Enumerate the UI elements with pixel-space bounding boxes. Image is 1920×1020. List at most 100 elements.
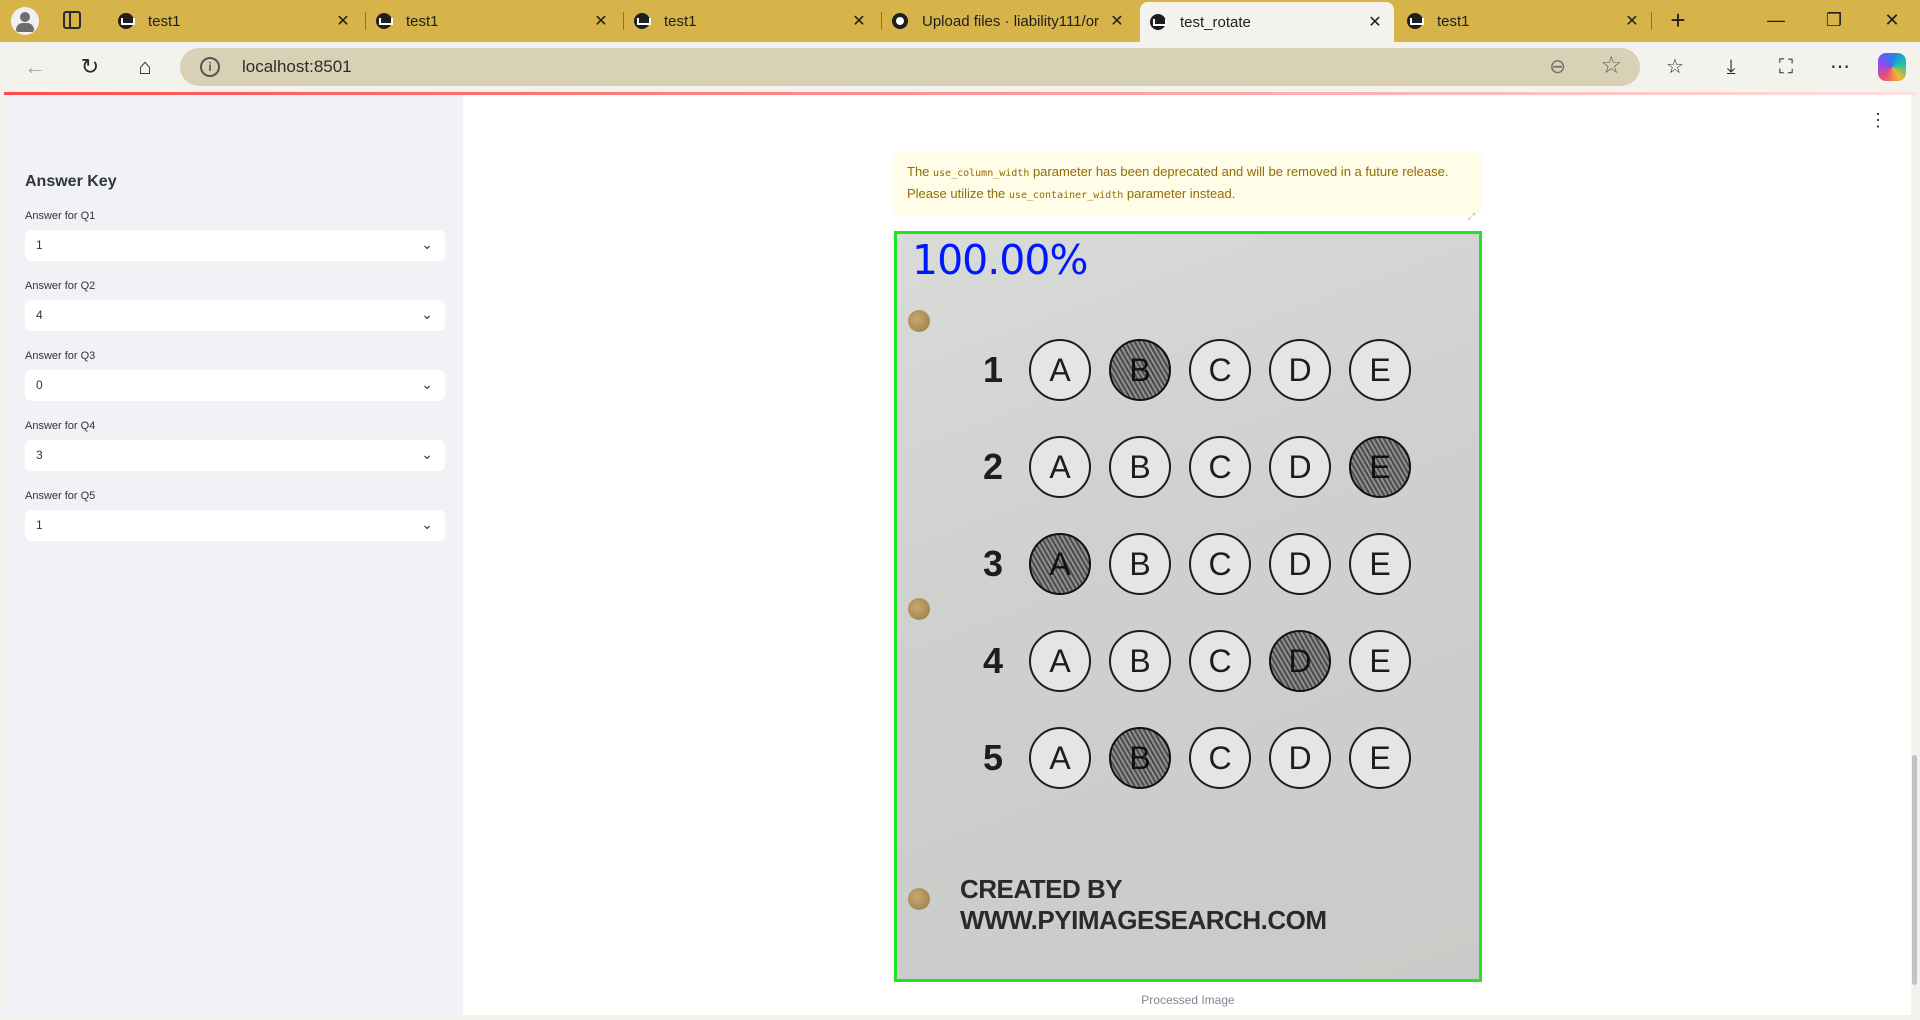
- close-window-icon[interactable]: ✕: [1864, 0, 1920, 42]
- image-caption: Processed Image: [1141, 993, 1235, 1007]
- question-row: 4ABCDE: [975, 630, 1411, 692]
- punch-hole: [908, 310, 930, 332]
- reload-icon[interactable]: ↻: [76, 54, 104, 82]
- tab-title: test_rotate: [1180, 13, 1251, 31]
- new-tab-icon[interactable]: +: [1664, 7, 1692, 35]
- favorite-star-icon[interactable]: ☆: [1600, 51, 1622, 80]
- q4-select-value: 3: [36, 448, 43, 462]
- q5-label: Answer for Q5: [25, 490, 96, 502]
- question-number: 4: [982, 640, 1004, 681]
- answer-bubble: E: [1349, 630, 1411, 692]
- chevron-down-icon: ⌄: [421, 516, 433, 532]
- answer-bubble: B: [1109, 533, 1171, 595]
- filled-answer-bubble: D: [1269, 630, 1331, 692]
- more-menu-icon[interactable]: ⋯: [1825, 52, 1855, 82]
- tab-title: Upload files · liability111/or: [922, 12, 1100, 30]
- answer-bubble: A: [1029, 339, 1091, 401]
- back-icon[interactable]: ←: [21, 54, 49, 82]
- filled-answer-bubble: B: [1109, 339, 1171, 401]
- q1-select[interactable]: 1 ⌄: [25, 230, 445, 261]
- processed-answer-sheet-image: 100.00% 1ABCDE2ABCDE3ABCDE4ABCDE5ABCDE C…: [894, 231, 1482, 982]
- tab-title: test1: [1437, 12, 1470, 30]
- tab-2[interactable]: test1 ✕: [366, 4, 620, 38]
- page-scrollbar[interactable]: [1912, 755, 1917, 985]
- question-row: 3ABCDE: [975, 533, 1411, 595]
- tab-close-icon[interactable]: ✕: [1623, 11, 1641, 31]
- tab-title: test1: [148, 12, 181, 30]
- tab-6[interactable]: test1 ✕: [1397, 4, 1651, 38]
- sidebar: Answer Key Answer for Q1 1 ⌄ Answer for …: [4, 95, 463, 1015]
- filled-answer-bubble: E: [1349, 436, 1411, 498]
- filled-answer-bubble: B: [1109, 727, 1171, 789]
- chevron-down-icon: ⌄: [421, 446, 433, 462]
- tab-close-icon[interactable]: ✕: [1108, 11, 1126, 31]
- tab-close-icon[interactable]: ✕: [850, 11, 868, 31]
- tab-strip: test1 ✕ test1 ✕ test1 ✕ Upload files · l…: [0, 0, 1920, 42]
- browser-toolbar: ← ↻ ⌂ i localhost:8501 ⊖ ☆ ☆ ⤓ ⛶ ⋯: [0, 42, 1920, 92]
- screenshot-icon[interactable]: ⛶: [1771, 52, 1801, 82]
- question-number: 3: [982, 543, 1004, 584]
- answer-bubble: E: [1349, 727, 1411, 789]
- copilot-icon[interactable]: [1878, 53, 1906, 81]
- credit-text: CREATED BY WWW.PYIMAGESEARCH.COM: [960, 874, 1327, 935]
- answer-bubble: D: [1269, 436, 1331, 498]
- tab-close-icon[interactable]: ✕: [1366, 12, 1384, 32]
- answer-bubble: E: [1349, 339, 1411, 401]
- streamlit-favicon-icon: [118, 13, 135, 29]
- q1-label: Answer for Q1: [25, 210, 96, 222]
- tab-4[interactable]: Upload files · liability111/or ✕: [882, 4, 1136, 38]
- q1-select-value: 1: [36, 238, 43, 252]
- streamlit-favicon-icon: [1407, 13, 1424, 29]
- q3-select[interactable]: 0 ⌄: [25, 370, 445, 401]
- answer-bubble: B: [1109, 630, 1171, 692]
- answer-bubble: A: [1029, 630, 1091, 692]
- main-content: ⋮ The use_column_width parameter has bee…: [463, 95, 1911, 1015]
- tab-1[interactable]: test1 ✕: [108, 4, 362, 38]
- restore-icon[interactable]: ❐: [1806, 0, 1862, 42]
- chevron-down-icon: ⌄: [421, 376, 433, 392]
- streamlit-favicon-icon: [634, 13, 651, 29]
- q4-select[interactable]: 3 ⌄: [25, 440, 445, 471]
- answer-bubble: D: [1269, 339, 1331, 401]
- q5-select[interactable]: 1 ⌄: [25, 510, 445, 541]
- filled-answer-bubble: A: [1029, 533, 1091, 595]
- streamlit-favicon-icon: [376, 13, 393, 29]
- home-icon[interactable]: ⌂: [131, 54, 159, 82]
- chevron-down-icon: ⌄: [421, 306, 433, 322]
- tab-5-active[interactable]: test_rotate ✕: [1140, 2, 1394, 42]
- answer-bubble: C: [1189, 727, 1251, 789]
- tab-title: test1: [664, 12, 697, 30]
- tab-3[interactable]: test1 ✕: [624, 4, 878, 38]
- favorites-icon[interactable]: ☆: [1660, 52, 1690, 82]
- answer-bubble: B: [1109, 436, 1171, 498]
- answer-bubble: C: [1189, 339, 1251, 401]
- url-text[interactable]: localhost:8501: [242, 57, 352, 77]
- question-number: 5: [982, 737, 1004, 778]
- answer-bubble: C: [1189, 436, 1251, 498]
- question-number: 2: [982, 446, 1004, 487]
- minimize-icon[interactable]: —: [1748, 0, 1804, 42]
- answer-bubble: A: [1029, 436, 1091, 498]
- tab-close-icon[interactable]: ✕: [592, 11, 610, 31]
- answer-bubble: C: [1189, 630, 1251, 692]
- main-menu-icon[interactable]: ⋮: [1869, 111, 1887, 129]
- tab-title: test1: [406, 12, 439, 30]
- github-favicon-icon: [892, 13, 908, 29]
- tab-actions-icon[interactable]: [63, 11, 81, 29]
- question-row: 5ABCDE: [975, 727, 1411, 789]
- streamlit-favicon-icon: [1150, 14, 1167, 30]
- zoom-icon[interactable]: ⊖: [1549, 54, 1566, 79]
- tab-close-icon[interactable]: ✕: [334, 11, 352, 31]
- answer-bubble: D: [1269, 727, 1331, 789]
- question-row: 1ABCDE: [975, 339, 1411, 401]
- profile-icon[interactable]: [11, 7, 39, 35]
- q2-select[interactable]: 4 ⌄: [25, 300, 445, 331]
- site-info-icon[interactable]: i: [200, 57, 220, 77]
- q4-label: Answer for Q4: [25, 420, 96, 432]
- address-bar[interactable]: i localhost:8501 ⊖ ☆: [180, 48, 1640, 86]
- fullscreen-icon[interactable]: ⤢: [1468, 211, 1478, 221]
- answer-bubble: C: [1189, 533, 1251, 595]
- downloads-icon[interactable]: ⤓: [1716, 52, 1746, 82]
- question-number: 1: [982, 349, 1004, 390]
- chevron-down-icon: ⌄: [421, 236, 433, 252]
